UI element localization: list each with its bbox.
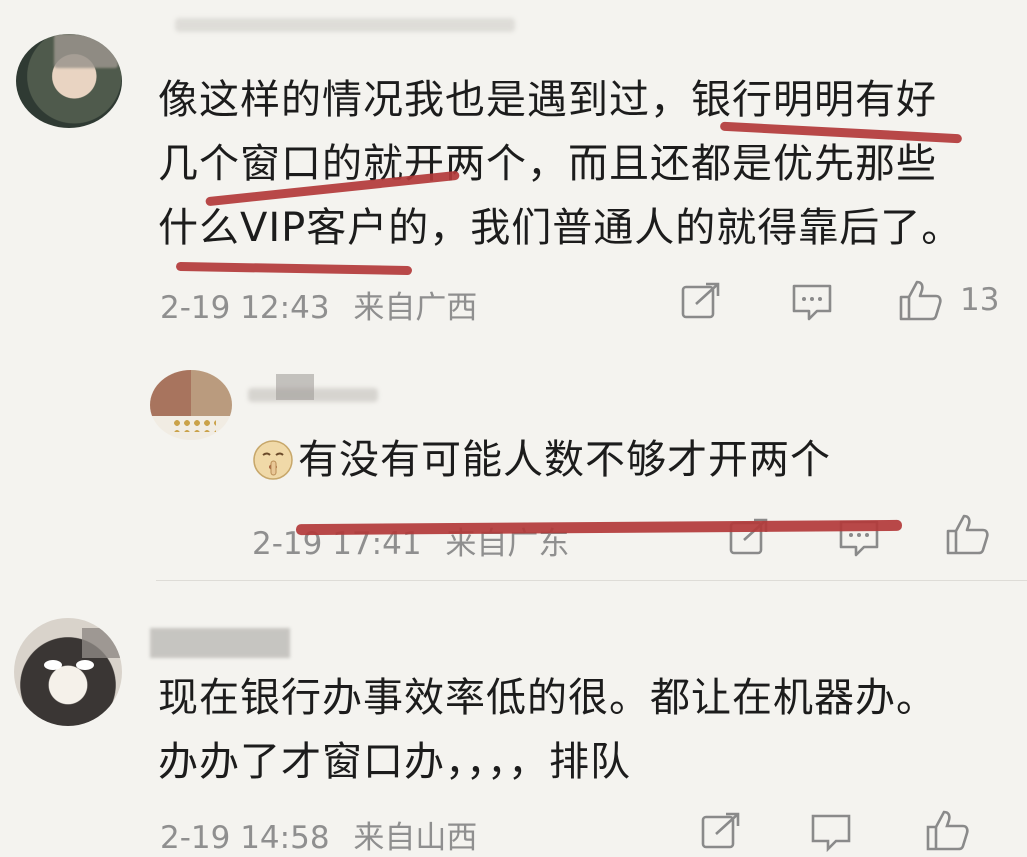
comment-time: 2-19 12:43 [160, 290, 330, 326]
comment-meta: 2-19 12:43 来自广西 [160, 282, 477, 327]
reply-like-button[interactable] [945, 512, 991, 556]
reply-body: 有没有可能人数不够才开两个 [252, 428, 831, 492]
reply-button[interactable] [810, 812, 852, 852]
like-button[interactable] [925, 808, 971, 852]
comment-icon [811, 814, 851, 852]
comment-location: 来自广西 [353, 290, 478, 326]
like-icon [926, 810, 969, 851]
avatar[interactable] [14, 618, 122, 726]
shushing-face-icon [253, 440, 293, 480]
comment-line: 办办了才窗口办，，，，排队 [158, 739, 631, 785]
comment-icon [792, 284, 832, 321]
like-button[interactable]: 13 [898, 278, 999, 322]
comment-line: 什么VIP客户的，我们普通人的就得靠后了。 [158, 205, 963, 251]
share-button[interactable] [700, 812, 742, 850]
comment-divider [156, 580, 1027, 581]
comment-text: 像这样的情况我也是遇到过，银行明明有好 几个窗口的就开两个，而且还都是优先那些 … [158, 68, 1018, 260]
blurred-username-top [175, 18, 515, 32]
like-count: 13 [960, 282, 1000, 318]
comment-location: 来自山西 [353, 820, 478, 856]
like-icon [946, 514, 989, 555]
share-icon [701, 812, 740, 849]
comment-line: 几个窗口的就开两个，而且还都是优先那些 [158, 141, 937, 187]
comment-meta: 2-19 14:58 来自山西 [160, 812, 477, 857]
like-icon [899, 280, 942, 321]
comment-line: 像这样的情况我也是遇到过，银行明明有好 [158, 77, 937, 123]
share-icon [681, 282, 720, 319]
comment-text: 现在银行办事效率低的很。都让在机器办。 办办了才窗口办，，，，排队 [158, 666, 1018, 794]
comment-time: 2-19 14:58 [160, 820, 330, 856]
avatar[interactable] [16, 34, 122, 128]
reply-avatar[interactable] [150, 370, 232, 440]
comment-line: 现在银行办事效率低的很。都让在机器办。 [158, 675, 937, 721]
annotation-underline [175, 261, 413, 276]
blurred-username [276, 374, 314, 400]
share-button[interactable] [680, 282, 722, 320]
reply-button[interactable] [791, 282, 833, 322]
reply-text: 有没有可能人数不够才开两个 [298, 437, 831, 483]
blurred-username [150, 628, 290, 658]
